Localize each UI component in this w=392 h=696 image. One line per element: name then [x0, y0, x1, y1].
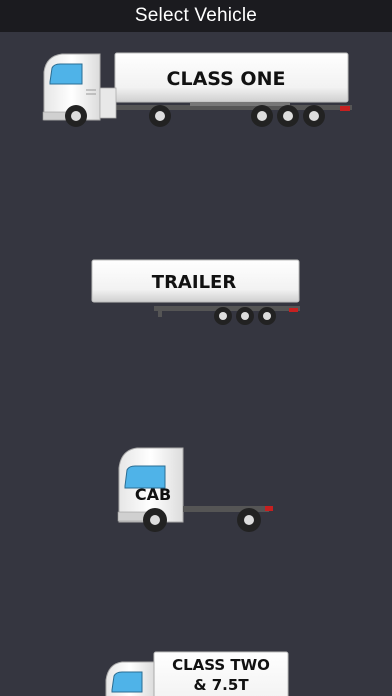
trailer-label: TRAILER — [152, 272, 237, 293]
class-two-truck-illustration: CLASS TWO & 7.5T — [105, 651, 289, 696]
cab-label: CAB — [135, 485, 171, 504]
page-title: Select Vehicle — [134, 5, 258, 26]
class-one-trailer-wheels — [251, 105, 325, 127]
cab-front-wheel — [143, 508, 167, 532]
class-one-label: CLASS ONE — [167, 68, 286, 90]
cab-illustration: CAB — [117, 447, 273, 532]
class-one-truck-illustration: CLASS ONE — [42, 52, 352, 127]
vehicle-option-class-one[interactable]: CLASS ONE — [40, 50, 352, 130]
class-one-drive-wheel — [149, 105, 171, 127]
trailer-wheels — [214, 307, 276, 325]
vehicle-option-cab[interactable]: CAB — [115, 446, 275, 536]
class-two-label-line1: CLASS TWO — [172, 656, 270, 674]
title-bar: Select Vehicle — [0, 0, 392, 32]
class-one-front-wheel — [65, 105, 87, 127]
class-two-label-line2: & 7.5T — [193, 676, 249, 694]
cab-rear-wheel — [237, 508, 261, 532]
vehicle-option-trailer[interactable]: TRAILER — [90, 258, 302, 328]
vehicle-option-class-two[interactable]: CLASS TWO & 7.5T — [104, 650, 292, 696]
trailer-illustration: TRAILER — [91, 259, 300, 325]
